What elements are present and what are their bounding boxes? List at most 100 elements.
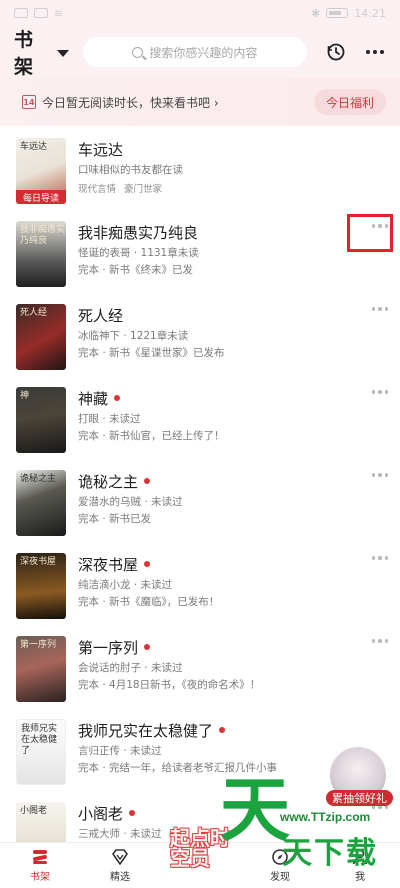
cover-title: 死人经	[20, 308, 48, 318]
item-more-button[interactable]	[371, 224, 388, 228]
cover-title: 深夜书屋	[20, 557, 57, 567]
banner-message: 今日暂无阅读时长，快来看书吧	[42, 95, 211, 110]
page-title: 书架	[14, 29, 34, 78]
book-update-note: 完本 · 新书《魔临》，已发布！	[78, 596, 220, 608]
item-more-button[interactable]	[371, 390, 388, 394]
list-item[interactable]: 神 神藏 打眼 · 未读过 完本 · 新书仙官，已经上传了！	[0, 376, 400, 459]
book-author-progress: 打眼 · 未读过	[78, 413, 141, 425]
book-info: 第一序列 会说话的肘子 · 未读过 完本 · 4月18日新书，《夜的命名术》！	[78, 636, 348, 692]
search-icon	[132, 46, 144, 58]
unread-dot	[144, 561, 151, 567]
book-update-note: 完本 · 新书仙官，已经上传了！	[78, 430, 225, 442]
bookshelf-icon	[30, 848, 50, 866]
book-update-note: 完本 · 新书《星谍世家》已发布	[78, 347, 225, 359]
book-cover: 神	[16, 387, 66, 453]
item-more-button[interactable]	[371, 639, 388, 643]
book-cover: 诡秘之主	[16, 470, 66, 536]
book-cover: 第一序列	[16, 636, 66, 702]
more-icon	[366, 50, 385, 54]
list-item[interactable]: 诡秘之主 诡秘之主 爱潜水的乌贼 · 未读过 完本 · 新书已发	[0, 459, 400, 542]
book-author-progress: 言归正传 · 未读过	[78, 745, 162, 757]
book-title: 诡秘之主	[78, 472, 139, 491]
highlight-box	[347, 214, 393, 252]
list-item[interactable]: 死人经 死人经 冰临神下 · 1221章未读 完本 · 新书《星谍世家》已发布	[0, 293, 400, 376]
book-cover: 我非痴愚实乃纯良	[16, 221, 66, 287]
unread-dot	[219, 727, 226, 733]
cover-title: 我非痴愚实乃纯良	[20, 225, 66, 246]
cover-title: 我师兄实在太稳健了	[21, 724, 58, 756]
calendar-icon: 14	[22, 95, 36, 109]
chevron-right-icon: ›	[213, 95, 219, 110]
book-title: 我师兄实在太稳健了	[78, 721, 214, 740]
tab-discover[interactable]: 发现	[240, 843, 320, 888]
reading-banner[interactable]: 14 今日暂无阅读时长，快来看书吧 › 今日福利	[0, 78, 400, 126]
compass-icon	[270, 848, 290, 866]
shelf-selector[interactable]: 书架	[14, 25, 69, 79]
more-button[interactable]	[364, 41, 386, 63]
item-more-button[interactable]	[371, 556, 388, 560]
tab-label: 发现	[270, 872, 290, 883]
status-bar: ≋ ✱ 14:21	[0, 0, 400, 26]
status-left: ≋	[14, 7, 63, 20]
book-title: 死人经	[78, 306, 124, 325]
book-author-progress: 爱潜水的乌贼 · 未读过	[78, 496, 183, 508]
list-item[interactable]: 第一序列 第一序列 会说话的肘子 · 未读过 完本 · 4月18日新书，《夜的命…	[0, 625, 400, 708]
list-item[interactable]: 车远达 每日导读 车远达 口味相似的书友都在读 现代言情 豪门世家	[0, 126, 400, 210]
tab-label: 精选	[110, 872, 130, 883]
unread-dot	[129, 810, 136, 816]
list-item[interactable]: 深夜书屋 深夜书屋 纯洁滴小龙 · 未读过 完本 · 新书《魔临》，已发布！	[0, 542, 400, 625]
tab-label: 书架	[30, 872, 50, 883]
book-author-progress: 会说话的肘子 · 未读过	[78, 662, 183, 674]
list-item[interactable]: 我非痴愚实乃纯良 我非痴愚实乃纯良 怪诞的表哥 · 1131章未读 完本 · 新…	[0, 210, 400, 293]
clock: 14:21	[354, 6, 386, 20]
user-icon	[350, 848, 370, 866]
book-update-note: 完本 · 新书《终末》已发	[78, 264, 194, 276]
cover-title: 小阁老	[20, 806, 48, 816]
daily-guide-tag: 每日导读	[16, 190, 66, 204]
bluetooth-icon: ✱	[311, 6, 321, 20]
book-subtitle: 口味相似的书友都在读	[78, 164, 183, 176]
book-title: 第一序列	[78, 638, 139, 657]
caret-down-icon	[56, 49, 69, 57]
genre-tag: 豪门世家	[124, 184, 163, 195]
cover-title: 第一序列	[20, 640, 57, 650]
history-icon	[327, 43, 344, 61]
tab-label: 我	[355, 872, 365, 883]
item-more-button[interactable]	[371, 473, 388, 477]
item-more-button[interactable]	[371, 307, 388, 311]
unread-dot	[114, 395, 121, 401]
search-input[interactable]: 搜索你感兴趣的内容	[82, 37, 307, 67]
signal-icon	[34, 8, 48, 18]
genre-tag: 现代言情	[78, 184, 117, 195]
status-right: ✱ 14:21	[311, 7, 386, 20]
cover-title: 诡秘之主	[20, 474, 57, 484]
tab-me[interactable]: 我	[320, 843, 400, 888]
book-cover: 车远达 每日导读	[16, 138, 66, 204]
book-author-progress: 纯洁滴小龙 · 未读过	[78, 579, 173, 591]
unread-dot	[144, 644, 151, 650]
book-title: 小阁老	[78, 804, 124, 823]
search-placeholder: 搜索你感兴趣的内容	[149, 45, 258, 60]
history-button[interactable]	[325, 41, 347, 63]
tab-bookshelf[interactable]: 书架	[0, 843, 80, 888]
book-cover: 小阁老	[16, 802, 66, 842]
daily-welfare-button[interactable]: 今日福利	[313, 89, 386, 115]
promo-badge[interactable]: 起点时空员	[170, 828, 240, 868]
book-info: 神藏 打眼 · 未读过 完本 · 新书仙官，已经上传了！	[78, 387, 348, 443]
tab-featured[interactable]: 精选	[80, 843, 160, 888]
genre-tags: 现代言情 豪门世家	[78, 181, 348, 195]
book-update-note: 完本 · 完结一年，给读者老爷汇报几件小事	[78, 762, 278, 774]
book-author-progress: 怪诞的表哥 · 1131章未读	[78, 247, 199, 259]
lottery-label[interactable]: 累抽领好礼	[326, 790, 393, 806]
book-info: 我师兄实在太稳健了 言归正传 · 未读过 完本 · 完结一年，给读者老爷汇报几件…	[78, 719, 348, 775]
book-update-note: 完本 · 4月18日新书，《夜的命名术》！	[78, 679, 261, 691]
wifi-icon: ≋	[54, 6, 64, 20]
book-info: 我非痴愚实乃纯良 怪诞的表哥 · 1131章未读 完本 · 新书《终末》已发	[78, 221, 348, 277]
book-author-progress: 冰临神下 · 1221章未读	[78, 330, 189, 342]
book-cover: 死人经	[16, 304, 66, 370]
book-title: 我非痴愚实乃纯良	[78, 223, 199, 242]
book-info: 死人经 冰临神下 · 1221章未读 完本 · 新书《星谍世家》已发布	[78, 304, 348, 360]
top-header: 书架 搜索你感兴趣的内容	[0, 26, 400, 78]
diamond-icon	[110, 848, 130, 866]
book-update-note: 完本 · 新书已发	[78, 513, 152, 525]
